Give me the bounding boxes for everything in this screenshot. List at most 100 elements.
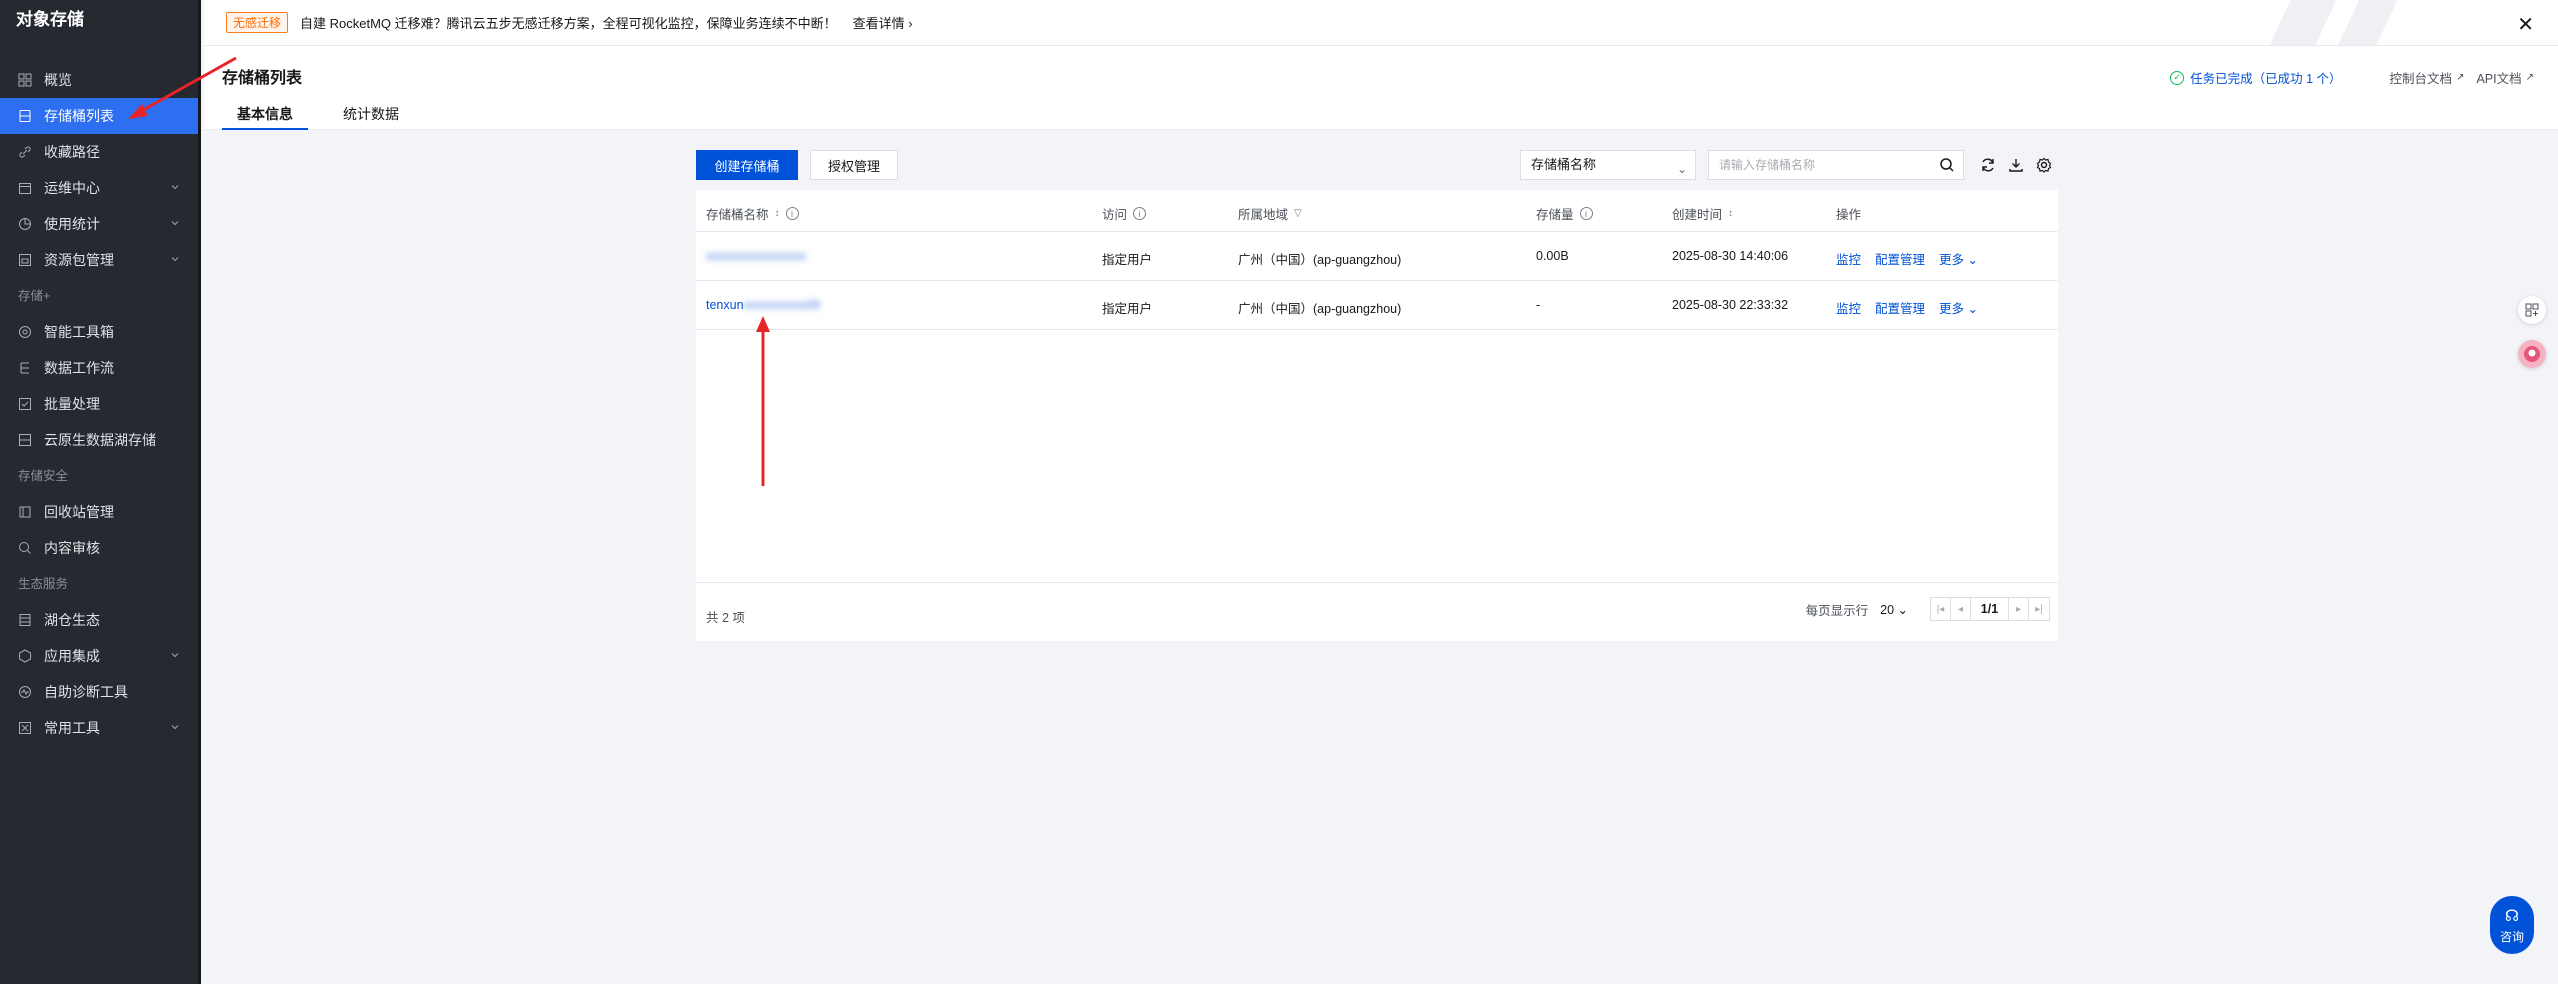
table-header: 存储桶名称 ↕ i 访问 i 所属地域 ▽ 存储量 i 创建时间 ↕ 操作 [696,190,2058,232]
create-bucket-button[interactable]: 创建存储桶 [696,150,798,180]
col-created: 创建时间 ↕ [1672,204,1733,223]
sidebar-item-label: 运维中心 [44,180,100,196]
page-size-label: 每页显示行 [1805,603,1869,618]
created-cell: 2025-08-30 14:40:06 [1672,249,1789,263]
avatar-icon [2524,346,2540,362]
config-link[interactable]: 配置管理 [1875,302,1925,316]
col-label: 所属地域 [1238,208,1289,222]
sidebar-item-batch[interactable]: 批量处理 [0,386,198,422]
sidebar-item-content-audit[interactable]: 内容审核 [0,530,198,566]
trash-icon [18,505,32,519]
search-input[interactable] [1709,151,1929,179]
col-label: 访问 [1102,208,1128,222]
sidebar-item-workflow[interactable]: 数据工作流 [0,350,198,386]
qr-apps-icon[interactable] [2518,296,2546,324]
config-link[interactable]: 配置管理 [1875,253,1925,267]
sort-icon[interactable]: ↕ [1728,208,1733,219]
page-size-select[interactable]: 20 ⌄ [1880,602,1908,617]
sidebar-item-datalake[interactable]: 云原生数据湖存储 [0,422,198,458]
page-header: 存储桶列表 基本信息 统计数据 ✓ 任务已完成（已成功 1 个） 控制台文档 ↗… [204,46,2558,130]
close-icon[interactable]: ✕ [2517,12,2534,37]
sidebar-item-app-integration[interactable]: 应用集成 [0,638,198,674]
console-doc-link[interactable]: 控制台文档 ↗ [2390,68,2465,87]
sidebar-item-toolbox[interactable]: 智能工具箱 [0,314,198,350]
audit-icon [18,541,32,555]
created-cell: 2025-08-30 22:33:32 [1672,298,1789,312]
first-page-icon[interactable]: |◂ [1931,598,1951,620]
chevron-down-icon [171,653,179,658]
region-cell: 广州（中国）(ap-guangzhou) [1238,302,1402,316]
sidebar-item-common-tools[interactable]: 常用工具 [0,710,198,746]
col-label: 存储桶名称 [706,208,769,222]
sidebar-item-bucket-list[interactable]: 存储桶列表 [0,98,198,134]
blurred-bucket-name: xxxxxxxxxxxxxxxx [706,249,806,263]
download-icon[interactable] [2008,157,2024,173]
col-label: 操作 [1836,208,1862,222]
sidebar-item-overview[interactable]: 概览 [0,62,198,98]
more-link[interactable]: 更多 ⌄ [1939,253,1978,267]
product-title: 对象存储 [16,10,84,29]
sidebar-item-package-mgmt[interactable]: 资源包管理 [0,242,198,278]
sidebar-item-diagnose[interactable]: 自助诊断工具 [0,674,198,710]
refresh-icon[interactable] [1980,157,1996,173]
consult-button[interactable]: ☊ 咨询 [2490,896,2534,954]
col-operations: 操作 [1836,204,1861,223]
filter-select[interactable]: 存储桶名称 ⌄ [1520,150,1696,180]
toolbox-icon [18,325,32,339]
search-icon[interactable] [1939,157,1955,173]
auth-management-button[interactable]: 授权管理 [810,150,898,180]
more-link[interactable]: 更多 ⌄ [1939,302,1978,316]
info-icon[interactable]: i [1579,207,1593,220]
settings-gear-icon[interactable] [2036,157,2052,173]
sort-icon[interactable]: ↕ [775,208,780,219]
pie-icon [18,217,32,231]
bucket-icon [18,109,32,123]
total-count: 共 2 项 [706,611,745,625]
sidebar-item-label: 资源包管理 [44,252,114,268]
sidebar-item-ops-center[interactable]: 运维中心 [0,170,198,206]
info-icon[interactable]: i [1133,207,1147,220]
table-footer: 共 2 项 每页显示行 20 ⌄ |◂ ◂ 1/1 ▸ ▸| [696,582,2058,641]
tab-basic-info[interactable]: 基本信息 [222,104,308,130]
sidebar-item-usage-stats[interactable]: 使用统计 [0,206,198,242]
info-icon[interactable]: i [785,207,799,220]
promo-message: 自建 RocketMQ 迁移难？腾讯云五步无感迁移方案，全程可视化监控，保障业务… [300,16,837,31]
access-cell: 指定用户 [1102,253,1153,267]
bucket-name-link[interactable]: xxxxxxxxxxxxxxxx [706,249,806,263]
chevron-down-icon [171,725,179,730]
monitor-link[interactable]: 监控 [1836,253,1861,267]
bucket-name-link[interactable]: tenxunxxxxxxxxxx09 [706,298,820,312]
chevron-down-icon [171,185,179,190]
blurred-bucket-name: xxxxxxxxxx09 [743,298,820,312]
api-doc-link[interactable]: API文档 ↗ [2476,68,2534,87]
promo-tag: 无感迁移 [226,12,289,33]
col-bucket-name: 存储桶名称 ↕ i [706,204,799,223]
integration-icon [18,649,32,663]
ops-cell: 监控 配置管理 更多 ⌄ [1836,298,1992,317]
sidebar-item-recycle-bin[interactable]: 回收站管理 [0,494,198,530]
link-icon [18,145,32,159]
task-status[interactable]: ✓ 任务已完成（已成功 1 个） [2170,68,2342,87]
storage-cell: 0.00B [1536,249,1569,263]
tools-icon [18,721,32,735]
filter-icon[interactable]: ▽ [1294,208,1302,219]
tab-statistics[interactable]: 统计数据 [328,104,414,130]
prev-page-icon[interactable]: ◂ [1951,598,1971,620]
headset-icon: ☊ [2504,907,2520,925]
assistant-avatar-icon[interactable] [2518,340,2546,368]
search-box [1708,150,1964,180]
monitor-link[interactable]: 监控 [1836,302,1861,316]
external-link-icon: ↗ [2525,72,2534,83]
bucket-name-visible: tenxun [706,298,744,312]
promo-detail-link[interactable]: 查看详情 › [853,13,913,32]
sidebar-item-label: 使用统计 [44,216,100,232]
last-page-icon[interactable]: ▸| [2029,598,2049,620]
sidebar-item-favorites[interactable]: 收藏路径 [0,134,198,170]
access-cell: 指定用户 [1102,302,1153,316]
sidebar-item-label: 常用工具 [44,720,100,736]
lakehouse-icon [18,613,32,627]
col-storage: 存储量 i [1536,204,1593,223]
sidebar-item-lakehouse[interactable]: 湖仓生态 [0,602,198,638]
next-page-icon[interactable]: ▸ [2009,598,2029,620]
sidebar: 对象存储 概览 存储桶列表 收藏路径 运维中心 使用统计 资源包管理 存储+ 智… [0,0,201,984]
